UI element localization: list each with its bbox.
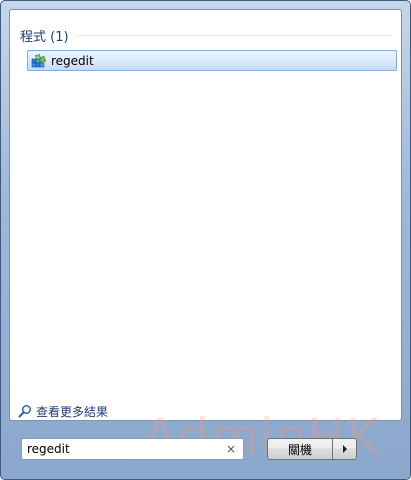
search-icon xyxy=(18,405,31,418)
result-item-label: regedit xyxy=(51,53,94,68)
section-divider xyxy=(76,34,391,36)
search-results-panel: 程式 (1) regedit 查看更多結果 xyxy=(9,9,402,421)
shutdown-button[interactable]: 關機 xyxy=(267,438,333,460)
registry-editor-icon xyxy=(31,53,47,67)
see-more-results-label: 查看更多結果 xyxy=(36,404,109,419)
search-box[interactable]: × xyxy=(21,438,244,460)
clear-search-icon[interactable]: × xyxy=(223,441,239,457)
programs-section-header: 程式 (1) xyxy=(20,27,391,45)
arrow-right-icon xyxy=(342,445,347,453)
programs-section-title: 程式 (1) xyxy=(20,29,69,45)
search-input[interactable] xyxy=(22,440,223,458)
start-menu: 程式 (1) regedit 查看更多結果 AdminHK regedit × … xyxy=(0,0,411,480)
see-more-results-link[interactable]: 查看更多結果 xyxy=(18,403,108,419)
shutdown-options-button[interactable] xyxy=(333,438,357,460)
result-item-regedit[interactable]: regedit xyxy=(27,50,397,71)
shutdown-group: 關機 xyxy=(267,438,359,460)
